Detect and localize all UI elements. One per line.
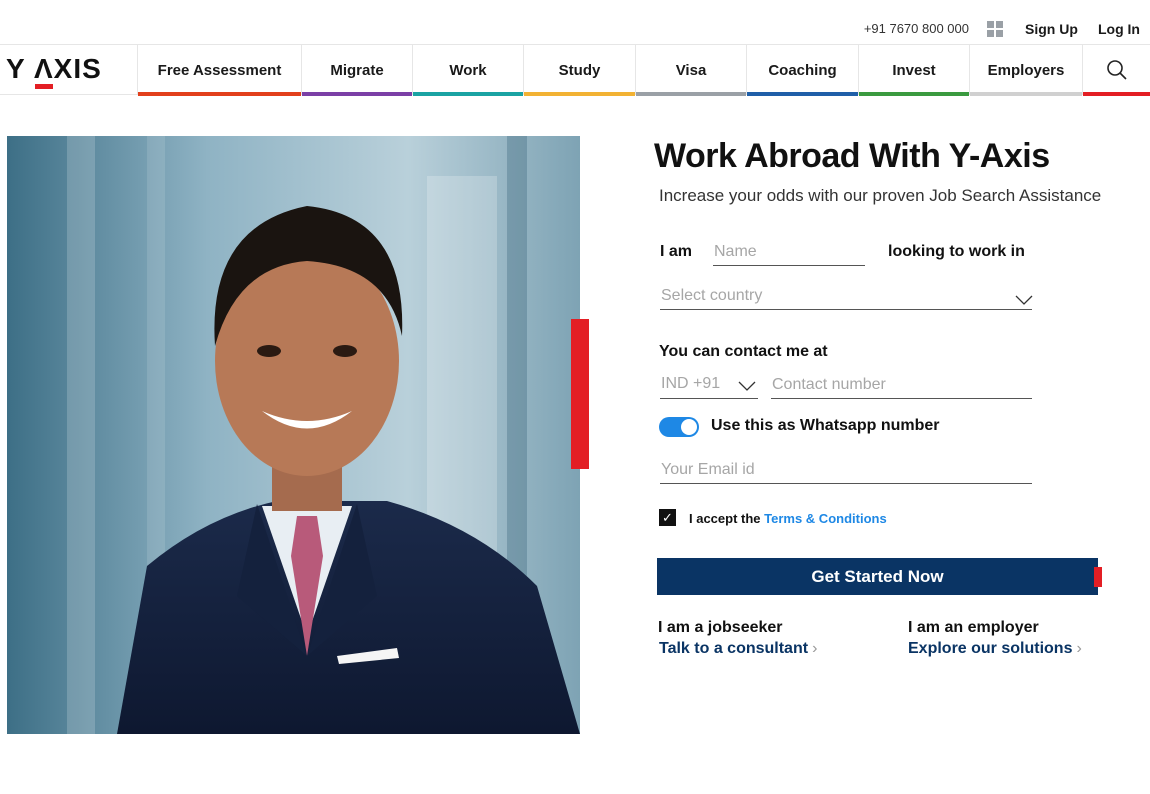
- top-utility-bar: +91 7670 800 000 Sign Up Log In: [0, 0, 1150, 44]
- logo-text-a: Λ: [33, 53, 54, 89]
- i-am-label: I am: [660, 243, 693, 260]
- nav-free-assessment[interactable]: Free Assessment: [137, 45, 301, 96]
- contact-number-input[interactable]: [771, 375, 1032, 399]
- talk-to-consultant-text: Talk to a consultant: [659, 640, 809, 657]
- nav-study[interactable]: Study: [523, 45, 635, 96]
- terms-text: I accept the Terms & Conditions: [689, 511, 887, 526]
- talk-to-consultant-link[interactable]: Talk to a consultant ›: [659, 640, 817, 658]
- page-subtitle: Increase your odds with our proven Job S…: [659, 186, 1102, 205]
- employer-label: I am an employer: [908, 619, 1039, 636]
- hero-photo: [7, 136, 580, 734]
- cta-accent-bar: [1094, 567, 1102, 587]
- log-in-link[interactable]: Log In: [1098, 21, 1140, 37]
- sign-up-link[interactable]: Sign Up: [1025, 21, 1078, 37]
- whatsapp-label: Use this as Whatsapp number: [711, 417, 940, 434]
- email-input[interactable]: [660, 460, 1032, 484]
- accept-prefix: I accept the: [689, 511, 765, 526]
- jobseeker-label: I am a jobseeker: [658, 619, 783, 636]
- nav-work[interactable]: Work: [412, 45, 523, 96]
- check-icon: ✓: [662, 510, 673, 525]
- main-nav: Y ΛXIS Free Assessment Migrate Work Stud…: [0, 44, 1150, 96]
- y-axis-logo[interactable]: Y ΛXIS: [6, 53, 102, 89]
- logo-text-y: Y: [6, 53, 34, 84]
- explore-solutions-link[interactable]: Explore our solutions ›: [908, 640, 1082, 658]
- nav-invest[interactable]: Invest: [858, 45, 969, 96]
- whatsapp-toggle[interactable]: [659, 417, 699, 437]
- get-started-button[interactable]: Get Started Now: [657, 558, 1098, 595]
- phone-number[interactable]: +91 7670 800 000: [864, 21, 969, 36]
- grid-icon[interactable]: [987, 21, 1003, 37]
- nav-employers[interactable]: Employers: [969, 45, 1082, 96]
- search-button[interactable]: [1082, 45, 1150, 96]
- looking-to-work-label: looking to work in: [888, 243, 1025, 260]
- chevron-right-icon: ›: [1076, 640, 1082, 657]
- search-icon: [1106, 60, 1127, 80]
- decorative-red-bar: [571, 319, 589, 469]
- name-input[interactable]: [713, 243, 865, 266]
- chevron-down-icon[interactable]: [1015, 295, 1033, 305]
- country-code-value: IND +91: [661, 375, 721, 392]
- terms-checkbox[interactable]: ✓: [659, 509, 676, 526]
- logo-text-xis: XIS: [53, 53, 102, 84]
- terms-link[interactable]: Terms & Conditions: [764, 511, 887, 526]
- explore-solutions-text: Explore our solutions: [908, 640, 1073, 657]
- nav-visa[interactable]: Visa: [635, 45, 746, 96]
- contact-label: You can contact me at: [659, 343, 828, 360]
- country-select[interactable]: [660, 287, 1032, 310]
- chevron-right-icon: ›: [812, 640, 818, 657]
- chevron-down-icon[interactable]: [738, 381, 756, 391]
- nav-items: Free Assessment Migrate Work Study Visa …: [137, 45, 1082, 96]
- nav-migrate[interactable]: Migrate: [301, 45, 412, 96]
- nav-coaching[interactable]: Coaching: [746, 45, 858, 96]
- page-title: Work Abroad With Y-Axis: [654, 137, 1050, 175]
